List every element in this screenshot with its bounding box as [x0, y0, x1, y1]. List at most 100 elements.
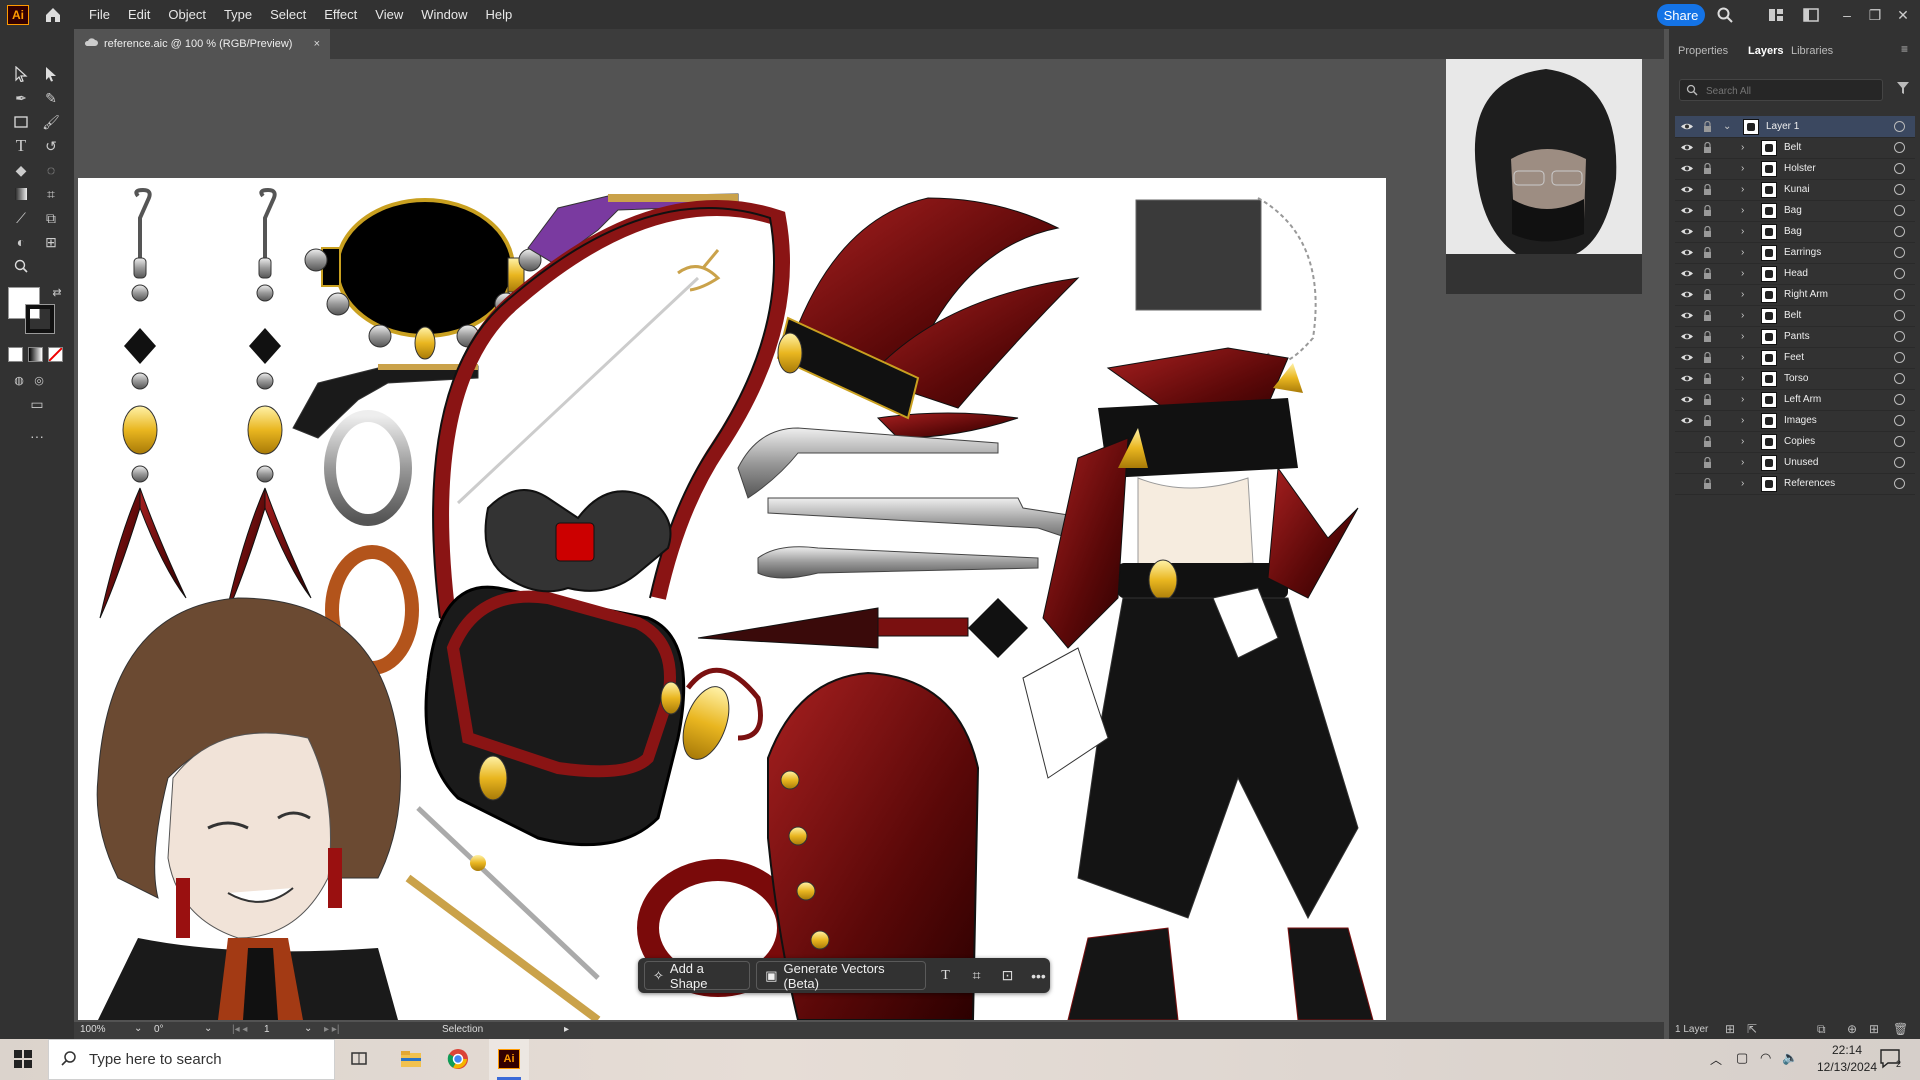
- target-circle-icon[interactable]: [1894, 352, 1905, 363]
- expand-chevron-icon[interactable]: ›: [1741, 142, 1755, 153]
- lock-icon[interactable]: [1701, 394, 1713, 406]
- add-shape-button[interactable]: ✧ Add a Shape: [644, 961, 751, 991]
- minimize-icon[interactable]: –: [1836, 4, 1858, 26]
- layer-name[interactable]: Left Arm: [1784, 394, 1821, 405]
- lasso-tool-icon[interactable]: ◌: [40, 159, 62, 181]
- layer-name[interactable]: Pants: [1784, 331, 1810, 342]
- shape-builder-tool-icon[interactable]: ◐: [10, 231, 32, 253]
- tab-properties[interactable]: Properties: [1678, 45, 1728, 57]
- eraser-tool-icon[interactable]: ◆: [10, 159, 32, 181]
- restore-icon[interactable]: ❐: [1864, 4, 1886, 26]
- clock-date[interactable]: 12/13/2024: [1812, 1060, 1882, 1074]
- blend-tool-icon[interactable]: ⧉: [40, 207, 62, 229]
- target-circle-icon[interactable]: [1894, 310, 1905, 321]
- visibility-eye-icon[interactable]: [1679, 478, 1695, 490]
- new-sublayer-icon[interactable]: ⊕: [1847, 1022, 1857, 1036]
- none-mode-icon[interactable]: [48, 347, 63, 362]
- target-circle-icon[interactable]: [1894, 457, 1905, 468]
- task-view-icon[interactable]: [350, 1050, 368, 1073]
- reference-image[interactable]: [1446, 59, 1642, 294]
- visibility-eye-icon[interactable]: [1679, 436, 1695, 448]
- target-circle-icon[interactable]: [1894, 142, 1905, 153]
- layer-row[interactable]: › Feet: [1675, 347, 1915, 369]
- new-layer-icon[interactable]: ⊞: [1869, 1022, 1879, 1036]
- layer-name[interactable]: Bag: [1784, 205, 1802, 216]
- menu-view[interactable]: View: [366, 0, 412, 29]
- expand-chevron-icon[interactable]: ›: [1741, 205, 1755, 216]
- target-circle-icon[interactable]: [1894, 394, 1905, 405]
- layer-row[interactable]: › Torso: [1675, 368, 1915, 390]
- lock-icon[interactable]: [1701, 226, 1713, 238]
- rectangle-tool-icon[interactable]: [10, 111, 32, 133]
- color-mode-icon[interactable]: [8, 347, 23, 362]
- lock-icon[interactable]: [1701, 310, 1713, 322]
- layer-name[interactable]: Unused: [1784, 457, 1818, 468]
- draw-behind-icon[interactable]: ◎: [28, 369, 50, 391]
- target-circle-icon[interactable]: [1894, 373, 1905, 384]
- visibility-eye-icon[interactable]: [1679, 352, 1695, 364]
- layer-name[interactable]: Feet: [1784, 352, 1804, 363]
- menu-edit[interactable]: Edit: [119, 0, 159, 29]
- layer-row[interactable]: › Earrings: [1675, 242, 1915, 264]
- layer-name[interactable]: Belt: [1784, 310, 1801, 321]
- share-button[interactable]: Share: [1657, 4, 1705, 26]
- layer-row[interactable]: › Images: [1675, 410, 1915, 432]
- stroke-swatch[interactable]: [25, 304, 55, 334]
- lock-icon[interactable]: [1701, 436, 1713, 448]
- menu-help[interactable]: Help: [476, 0, 521, 29]
- artboard-nav-next-icon[interactable]: ▸ ▸|: [324, 1024, 339, 1035]
- expand-chevron-icon[interactable]: ›: [1741, 394, 1755, 405]
- artboard-nav-prev-icon[interactable]: |◂ ◂: [232, 1024, 247, 1035]
- clock-time[interactable]: 22:14: [1812, 1043, 1882, 1057]
- visibility-eye-icon[interactable]: [1679, 184, 1695, 196]
- lock-icon[interactable]: [1701, 331, 1713, 343]
- visibility-eye-icon[interactable]: [1679, 268, 1695, 280]
- visibility-eye-icon[interactable]: [1679, 226, 1695, 238]
- selection-tool-icon[interactable]: [10, 63, 32, 85]
- lock-icon[interactable]: [1701, 373, 1713, 385]
- expand-chevron-icon[interactable]: ›: [1741, 163, 1755, 174]
- layer-row[interactable]: › Right Arm: [1675, 284, 1915, 306]
- search-icon[interactable]: [1714, 4, 1736, 26]
- layer-name[interactable]: Torso: [1784, 373, 1808, 384]
- lock-icon[interactable]: [1701, 415, 1713, 427]
- type-icon[interactable]: T: [934, 964, 957, 988]
- layer-name[interactable]: Head: [1784, 268, 1808, 279]
- generate-vectors-button[interactable]: ▣ Generate Vectors (Beta): [756, 961, 927, 991]
- zoom-level[interactable]: 100%: [80, 1024, 106, 1035]
- target-circle-icon[interactable]: [1894, 247, 1905, 258]
- layer-row[interactable]: › Bag: [1675, 200, 1915, 222]
- menu-effect[interactable]: Effect: [315, 0, 366, 29]
- home-icon[interactable]: [42, 4, 64, 26]
- layers-search-input[interactable]: [1704, 82, 1878, 100]
- zoom-dropdown-icon[interactable]: ⌄: [134, 1023, 142, 1034]
- volume-icon[interactable]: 🔈: [1782, 1050, 1798, 1066]
- layer-row[interactable]: › Belt: [1675, 137, 1915, 159]
- target-circle-icon[interactable]: [1894, 184, 1905, 195]
- expand-chevron-icon[interactable]: ›: [1741, 310, 1755, 321]
- tab-libraries[interactable]: Libraries: [1791, 45, 1833, 57]
- layer-row[interactable]: › Holster: [1675, 158, 1915, 180]
- panel-menu-icon[interactable]: ≡: [1901, 42, 1908, 56]
- meet-now-icon[interactable]: ▢: [1736, 1050, 1748, 1066]
- lock-icon[interactable]: [1701, 205, 1713, 217]
- expand-chevron-icon[interactable]: ›: [1741, 226, 1755, 237]
- network-icon[interactable]: ◠: [1760, 1050, 1771, 1066]
- expand-chevron-icon[interactable]: ›: [1741, 331, 1755, 342]
- eyedropper-tool-icon[interactable]: ⟋: [10, 207, 32, 229]
- layers-search-box[interactable]: [1679, 79, 1883, 101]
- lock-icon[interactable]: [1701, 121, 1713, 133]
- filter-icon[interactable]: [1897, 82, 1909, 100]
- menu-file[interactable]: File: [80, 0, 119, 29]
- layer-row[interactable]: › Copies: [1675, 431, 1915, 453]
- layer-name[interactable]: Copies: [1784, 436, 1815, 447]
- illustrator-taskbar-button[interactable]: Ai: [489, 1039, 529, 1080]
- direct-selection-tool-icon[interactable]: [40, 63, 62, 85]
- swap-fill-stroke-icon[interactable]: ⇄: [46, 281, 68, 303]
- target-circle-icon[interactable]: [1894, 415, 1905, 426]
- more-tools-icon[interactable]: ···: [26, 425, 48, 447]
- close-window-icon[interactable]: ✕: [1892, 4, 1914, 26]
- close-tab-icon[interactable]: ×: [314, 38, 320, 50]
- pen-tool-icon[interactable]: ✒: [10, 87, 32, 109]
- curvature-tool-icon[interactable]: ✎: [40, 87, 62, 109]
